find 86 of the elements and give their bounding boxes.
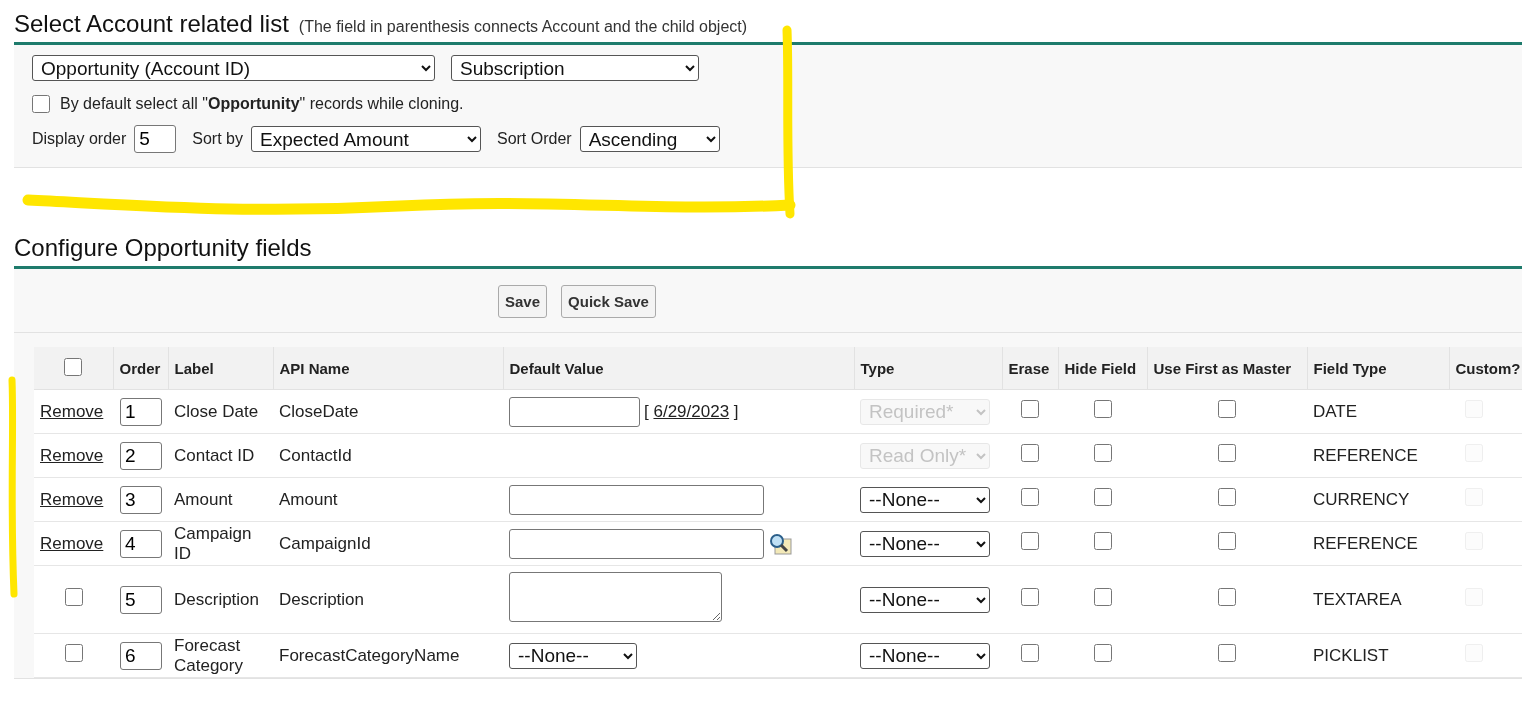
order-field[interactable]: 5 [120, 585, 162, 614]
api-name-cell: ForecastCategoryName [273, 633, 503, 678]
column-header: Default Value [503, 347, 854, 390]
default-value-select[interactable]: --None-- [509, 642, 637, 669]
magnifier-icon[interactable] [768, 532, 792, 555]
api-name-cell: Description [273, 565, 503, 634]
api-name-cell: ContactId [273, 433, 503, 478]
save-button[interactable]: Save [498, 285, 548, 318]
label-cell: Amount [168, 477, 273, 522]
sort-order-label: Sort Order [496, 130, 572, 148]
order-field[interactable]: 2 [120, 441, 162, 470]
column-header: API Name [273, 347, 503, 390]
type-select[interactable]: --None-- [860, 530, 990, 557]
lookup-field[interactable] [509, 528, 764, 559]
label-cell: Forecast Category [168, 633, 273, 678]
column-header: Erase [1002, 347, 1058, 390]
column-header: Order [113, 347, 168, 390]
display-order-field[interactable]: 5 [134, 125, 177, 153]
display-order-label: Display order [32, 130, 127, 148]
hide-field-checkbox[interactable] [1093, 400, 1112, 418]
master-checkbox[interactable] [1218, 444, 1236, 462]
default-value-textarea[interactable] [509, 572, 722, 622]
label-cell: Contact ID [168, 433, 273, 478]
select-all-checkbox[interactable] [64, 357, 83, 376]
type-select[interactable]: --None-- [860, 642, 990, 669]
field-type-cell: REFERENCE [1307, 433, 1449, 478]
order-field[interactable]: 6 [120, 641, 162, 670]
row-checkbox[interactable] [64, 588, 83, 606]
hide-field-checkbox[interactable] [1093, 488, 1112, 506]
remove-link[interactable]: Remove [40, 533, 104, 553]
type-select[interactable]: --None-- [860, 586, 990, 613]
erase-checkbox[interactable] [1021, 444, 1039, 462]
field-type-cell: CURRENCY [1307, 477, 1449, 522]
default-select-checkbox[interactable] [32, 95, 50, 113]
label-cell: Close Date [168, 389, 273, 434]
quick-save-button[interactable]: Quick Save [561, 285, 656, 318]
today-date-link[interactable]: 6/29/2023 [653, 401, 730, 421]
section-title: Select Account related list [14, 10, 289, 38]
hide-field-checkbox[interactable] [1093, 644, 1112, 662]
master-checkbox[interactable] [1218, 532, 1236, 550]
section-note: (The field in parenthesis connects Account and the child object) [298, 18, 748, 36]
order-field[interactable]: 4 [120, 529, 162, 558]
hide-field-checkbox[interactable] [1093, 532, 1112, 550]
date-hint: [ 6/29/2023 ] [644, 401, 739, 422]
record-type-select[interactable]: Subscription [451, 55, 699, 81]
order-field[interactable]: 1 [120, 397, 162, 426]
master-checkbox[interactable] [1218, 488, 1236, 506]
default-select-label: By default select all "Opportunity" records while cloning. [60, 95, 464, 113]
column-header: Custom? [1449, 347, 1522, 390]
erase-checkbox[interactable] [1021, 588, 1039, 606]
erase-checkbox[interactable] [1021, 532, 1039, 550]
remove-link[interactable]: Remove [40, 489, 104, 509]
column-header: Use First as Master [1147, 347, 1307, 390]
erase-checkbox[interactable] [1021, 644, 1039, 662]
column-header: Hide Field [1058, 347, 1147, 390]
type-select[interactable]: --None-- [860, 486, 990, 513]
api-name-cell: CampaignId [273, 521, 503, 566]
label-cell: Description [168, 565, 273, 634]
api-name-cell: Amount [273, 477, 503, 522]
erase-checkbox[interactable] [1021, 400, 1039, 418]
default-value-field[interactable] [509, 484, 764, 515]
field-type-cell: REFERENCE [1307, 521, 1449, 566]
field-type-cell: PICKLIST [1307, 633, 1449, 678]
related-list-select[interactable]: Opportunity (Account ID) [32, 55, 435, 81]
api-name-cell: CloseDate [273, 389, 503, 434]
sort-by-select[interactable]: Expected Amount [250, 126, 481, 152]
hide-field-checkbox[interactable] [1093, 588, 1112, 606]
hide-field-checkbox[interactable] [1093, 444, 1112, 462]
column-header: Label [168, 347, 273, 390]
remove-link[interactable]: Remove [40, 445, 104, 465]
date-field[interactable] [509, 396, 640, 427]
row-checkbox[interactable] [64, 644, 83, 662]
master-checkbox[interactable] [1218, 644, 1236, 662]
sort-by-label: Sort by [192, 130, 243, 148]
order-field[interactable]: 3 [120, 485, 162, 514]
column-header: Type [854, 347, 1002, 390]
field-type-cell: DATE [1307, 389, 1449, 434]
label-cell: Campaign ID [168, 521, 273, 566]
sort-order-select[interactable]: Ascending [579, 126, 720, 152]
section-title: Configure Opportunity fields [14, 234, 312, 262]
master-checkbox[interactable] [1218, 400, 1236, 418]
field-type-cell: TEXTAREA [1307, 565, 1449, 634]
master-checkbox[interactable] [1218, 588, 1236, 606]
column-header: Field Type [1307, 347, 1449, 390]
remove-link[interactable]: Remove [40, 401, 104, 421]
erase-checkbox[interactable] [1021, 488, 1039, 506]
